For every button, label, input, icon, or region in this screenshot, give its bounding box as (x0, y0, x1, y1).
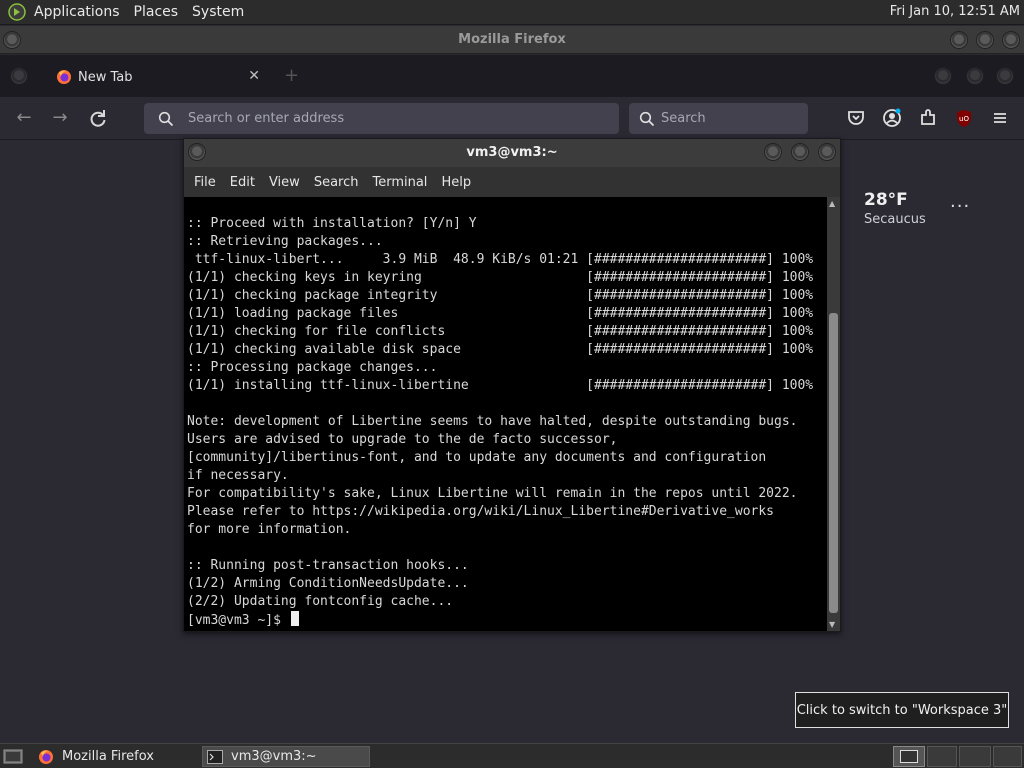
account-icon[interactable] (881, 107, 903, 129)
terminal-line: For compatibility's sake, Linux Libertin… (187, 486, 798, 501)
terminal-line: :: Running post-transaction hooks... (187, 558, 469, 573)
tab-close-icon[interactable]: ✕ (248, 68, 260, 84)
terminal-line: (1/1) loading package files [###########… (187, 306, 814, 321)
hamburger-menu-icon[interactable] (989, 107, 1011, 129)
weather-more-options-icon[interactable]: ··· (950, 196, 970, 217)
workspace-3[interactable] (959, 746, 991, 767)
terminal-line: Note: development of Libertine seems to … (187, 414, 798, 429)
terminal-line: :: Processing package changes... (187, 360, 438, 375)
navigation-bar: ← → uO (0, 97, 1024, 140)
maximize-button[interactable] (976, 31, 994, 49)
terminal-menu-view[interactable]: View (269, 175, 300, 190)
terminal-line: if necessary. (187, 468, 289, 483)
terminal-line: :: Proceed with installation? [Y/n] Y (187, 216, 477, 231)
menu-places[interactable]: Places (134, 4, 179, 20)
pocket-icon[interactable] (845, 107, 867, 129)
terminal-line: for more information. (187, 522, 352, 537)
workspace-tooltip: Click to switch to "Workspace 3" (795, 692, 1009, 728)
address-bar[interactable] (144, 103, 619, 134)
ublock-origin-icon[interactable]: uO (953, 107, 975, 129)
terminal-output[interactable]: :: Proceed with installation? [Y/n] Y ::… (184, 197, 827, 631)
terminal-close-button[interactable] (818, 143, 836, 161)
firefox-titlebar[interactable]: Mozilla Firefox (0, 26, 1024, 54)
terminal-line: :: Retrieving packages... (187, 234, 383, 249)
tabstrip-minimize-button[interactable] (934, 67, 952, 85)
tabstrip-close-button[interactable] (996, 67, 1014, 85)
search-icon (158, 111, 174, 126)
workspace-1[interactable] (893, 746, 925, 767)
taskbar-terminal-label: vm3@vm3:~ (231, 749, 317, 764)
workspace-window-thumbnail (900, 750, 918, 763)
scroll-up-arrow-icon[interactable]: ▲ (829, 199, 835, 208)
terminal-line: ttf-linux-libert... 3.9 MiB 48.9 KiB/s 0… (187, 252, 814, 267)
search-input[interactable] (661, 111, 801, 126)
reload-icon[interactable] (86, 107, 110, 131)
terminal-prompt: [vm3@vm3 ~]$ (187, 613, 289, 628)
taskbar-firefox[interactable]: Mozilla Firefox (34, 746, 196, 767)
weather-widget[interactable]: 28°F Secaucus (864, 190, 926, 227)
applications-menu-icon[interactable] (8, 3, 26, 21)
terminal-menu-search[interactable]: Search (314, 175, 359, 190)
terminal-menubar: File Edit View Search Terminal Help (184, 167, 840, 197)
search-bar[interactable] (629, 103, 808, 134)
scrollbar-thumb[interactable] (829, 313, 838, 613)
scroll-down-arrow-icon[interactable]: ▼ (829, 620, 835, 629)
tab-overflow-button[interactable] (10, 67, 28, 85)
terminal-line: (1/1) installing ttf-linux-libertine [##… (187, 378, 814, 393)
taskbar-firefox-label: Mozilla Firefox (62, 749, 154, 764)
firefox-window-title: Mozilla Firefox (458, 32, 566, 47)
show-desktop-icon[interactable] (3, 748, 23, 765)
firefox-icon (39, 749, 53, 764)
terminal-cursor (290, 611, 299, 626)
bottom-taskbar: Mozilla Firefox vm3@vm3:~ (0, 743, 1024, 768)
weather-city: Secaucus (864, 212, 926, 227)
firefox-icon (57, 70, 71, 84)
terminal-line: [community]/libertinus-font, and to upda… (187, 450, 767, 465)
terminal-minimize-button[interactable] (764, 143, 782, 161)
terminal-line: (2/2) Updating fontconfig cache... (187, 594, 454, 609)
terminal-menu-file[interactable]: File (194, 175, 216, 190)
panel-clock[interactable]: Fri Jan 10, 12:51 AM (890, 4, 1020, 19)
svg-text:uO: uO (959, 115, 969, 123)
terminal-line: (1/1) checking for file conflicts [#####… (187, 324, 814, 339)
tab-label: New Tab (78, 69, 133, 85)
terminal-line: (1/2) Arming ConditionNeedsUpdate... (187, 576, 469, 591)
terminal-titlebar[interactable]: vm3@vm3:~ (184, 139, 840, 167)
terminal-line: Please refer to https://wikipedia.org/wi… (187, 504, 774, 519)
tab-strip: New Tab ✕ + (0, 55, 1024, 97)
top-panel: Applications Places System Fri Jan 10, 1… (0, 0, 1024, 25)
terminal-icon (207, 749, 223, 764)
terminal-menu-edit[interactable]: Edit (230, 175, 255, 190)
forward-arrow-icon[interactable]: → (48, 107, 72, 131)
terminal-window[interactable]: vm3@vm3:~ File Edit View Search Terminal… (183, 138, 841, 632)
search-icon (639, 111, 655, 126)
close-window-button[interactable] (1002, 31, 1020, 49)
terminal-line: Users are advised to upgrade to the de f… (187, 432, 618, 447)
tabstrip-maximize-button[interactable] (966, 67, 984, 85)
minimize-button[interactable] (950, 31, 968, 49)
terminal-menu-help[interactable]: Help (441, 175, 471, 190)
menu-system[interactable]: System (192, 4, 244, 20)
workspace-4[interactable] (993, 746, 1022, 767)
terminal-scrollbar[interactable]: ▲ ▼ (827, 197, 840, 631)
taskbar-terminal[interactable]: vm3@vm3:~ (202, 746, 370, 767)
terminal-window-title: vm3@vm3:~ (466, 145, 558, 160)
terminal-line: (1/1) checking available disk space [###… (187, 342, 814, 357)
workspace-2[interactable] (927, 746, 957, 767)
terminal-line: (1/1) checking package integrity [######… (187, 288, 814, 303)
terminal-maximize-button[interactable] (791, 143, 809, 161)
terminal-line: (1/1) checking keys in keyring [########… (187, 270, 814, 285)
address-input[interactable] (188, 111, 568, 126)
terminal-prompt-line[interactable]: [vm3@vm3 ~]$ (187, 611, 827, 629)
tab-new-tab[interactable]: New Tab ✕ (44, 61, 268, 93)
menu-applications[interactable]: Applications (34, 4, 120, 20)
weather-temperature: 28°F (864, 190, 908, 210)
new-tab-icon[interactable]: + (284, 65, 299, 86)
terminal-menu-terminal[interactable]: Terminal (372, 175, 427, 190)
extensions-icon[interactable] (917, 107, 939, 129)
back-arrow-icon[interactable]: ← (12, 107, 36, 131)
